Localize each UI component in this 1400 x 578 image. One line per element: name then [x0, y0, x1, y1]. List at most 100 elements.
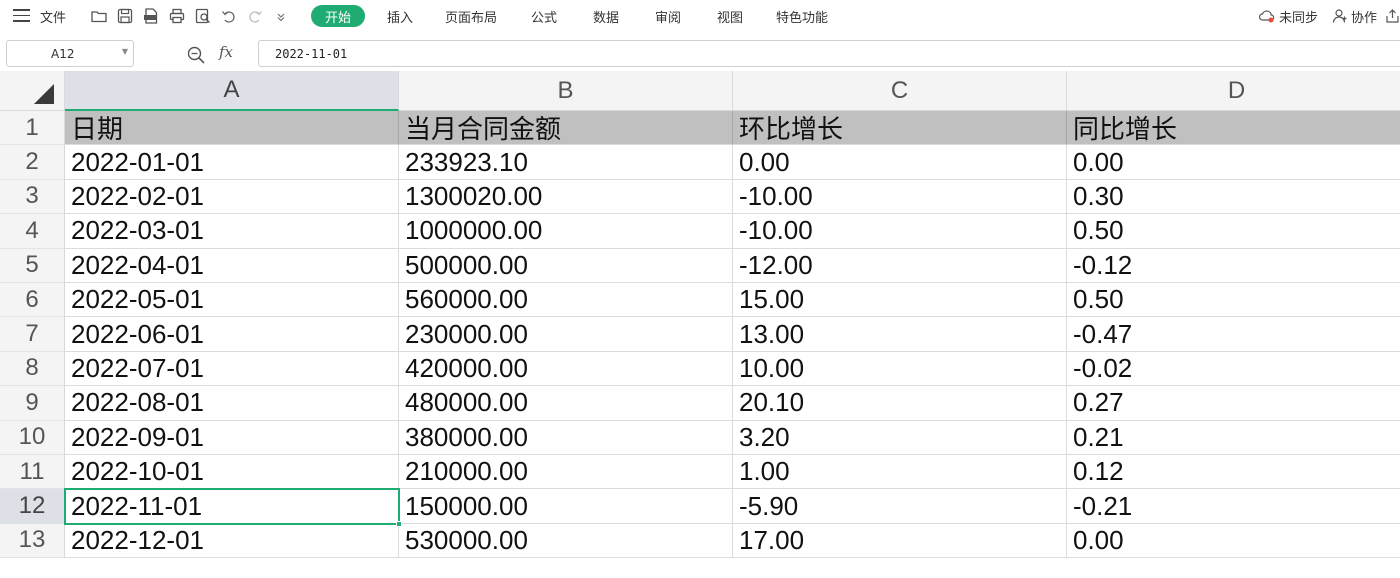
cell-b11[interactable]: 210000.00 — [399, 455, 733, 490]
cell-c9[interactable]: 20.10 — [733, 386, 1067, 421]
cell-a3[interactable]: 2022-02-01 — [65, 179, 399, 215]
cell-a6[interactable]: 2022-05-01 — [65, 283, 399, 318]
redo-icon[interactable] — [246, 7, 264, 25]
column-header-b[interactable]: B — [399, 71, 733, 111]
cell-d1[interactable]: 同比增长 — [1067, 111, 1400, 146]
cell-c1[interactable]: 环比增长 — [733, 111, 1067, 146]
tab-formulas[interactable]: 公式 — [531, 0, 557, 33]
cell-c3[interactable]: -10.00 — [733, 179, 1067, 215]
chevron-down-icon[interactable]: ▼ — [122, 47, 128, 56]
cell-c6[interactable]: 15.00 — [733, 283, 1067, 318]
share-icon[interactable] — [1384, 7, 1400, 25]
cell-c12[interactable]: -5.90 — [733, 489, 1067, 524]
row-header-6[interactable]: 6 — [0, 283, 65, 318]
cell-d13[interactable]: 0.00 — [1067, 524, 1400, 559]
cloud-sync-icon[interactable] — [1258, 7, 1276, 25]
row-header-10[interactable]: 10 — [0, 420, 65, 455]
column-header-a[interactable]: A — [65, 71, 399, 111]
cell-b13[interactable]: 530000.00 — [399, 523, 733, 559]
print-icon[interactable] — [168, 7, 186, 25]
name-box[interactable]: A12 ▼ — [6, 40, 134, 67]
row-header-2[interactable]: 2 — [0, 145, 65, 180]
cell-d10[interactable]: 0.21 — [1067, 421, 1400, 455]
cell-b6[interactable]: 560000.00 — [399, 283, 733, 318]
cell-a11[interactable]: 2022-10-01 — [65, 455, 399, 490]
cell-a9[interactable]: 2022-08-01 — [65, 386, 399, 421]
hamburger-menu-icon[interactable] — [13, 9, 30, 23]
open-folder-icon[interactable] — [90, 7, 108, 25]
cell-c2[interactable]: 0.00 — [733, 145, 1067, 180]
row-header-11[interactable]: 11 — [0, 455, 65, 490]
fill-handle[interactable] — [396, 520, 402, 527]
cell-a13[interactable]: 2022-12-01 — [65, 523, 399, 559]
tab-data[interactable]: 数据 — [593, 0, 619, 33]
menu-bar: 文件 开始 插入 页面布局 公式 数据 审阅 视图 特色功能 未同步 协作 — [0, 0, 1400, 33]
row-header-4[interactable]: 4 — [0, 214, 65, 249]
tab-review[interactable]: 审阅 — [655, 0, 681, 33]
cell-c5[interactable]: -12.00 — [733, 248, 1067, 283]
cell-c11[interactable]: 1.00 — [733, 455, 1067, 490]
cell-c13[interactable]: 17.00 — [733, 523, 1067, 559]
print-preview-icon[interactable] — [194, 7, 212, 25]
save-icon[interactable] — [116, 7, 134, 25]
sync-status-label[interactable]: 未同步 — [1279, 0, 1318, 33]
cell-b12[interactable]: 150000.00 — [399, 489, 733, 524]
tab-insert[interactable]: 插入 — [387, 0, 413, 33]
cell-b1[interactable]: 当月合同金额 — [399, 111, 733, 146]
pdf-export-icon[interactable] — [142, 7, 160, 25]
cell-c8[interactable]: 10.00 — [733, 351, 1067, 387]
formula-input[interactable]: 2022-11-01 — [258, 40, 1400, 67]
undo-icon[interactable] — [220, 7, 238, 25]
zoom-icon[interactable] — [186, 45, 206, 65]
tab-view[interactable]: 视图 — [717, 0, 743, 33]
tab-home[interactable]: 开始 — [311, 5, 365, 27]
function-icon[interactable]: fx — [219, 43, 233, 61]
cell-c10[interactable]: 3.20 — [733, 420, 1067, 455]
customize-dropdown-icon[interactable] — [272, 7, 290, 25]
cell-a4[interactable]: 2022-03-01 — [65, 214, 399, 249]
row-header-12[interactable]: 12 — [0, 489, 65, 524]
cell-a10[interactable]: 2022-09-01 — [65, 420, 399, 455]
cell-d12[interactable]: -0.21 — [1067, 489, 1400, 524]
cell-d11[interactable]: 0.12 — [1067, 455, 1400, 490]
cell-a1[interactable]: 日期 — [65, 111, 399, 146]
row-header-5[interactable]: 5 — [0, 248, 65, 283]
cell-c7[interactable]: 13.00 — [733, 317, 1067, 352]
cell-b7[interactable]: 230000.00 — [399, 317, 733, 352]
row-header-3[interactable]: 3 — [0, 179, 65, 215]
row-header-7[interactable]: 7 — [0, 317, 65, 352]
cell-a2[interactable]: 2022-01-01 — [65, 145, 399, 180]
cell-a5[interactable]: 2022-04-01 — [65, 248, 399, 283]
cell-b8[interactable]: 420000.00 — [399, 351, 733, 387]
cell-d2[interactable]: 0.00 — [1067, 145, 1400, 180]
tab-page-layout[interactable]: 页面布局 — [445, 0, 497, 33]
cell-d9[interactable]: 0.27 — [1067, 386, 1400, 421]
cell-b2[interactable]: 233923.10 — [399, 145, 733, 180]
cell-d5[interactable]: -0.12 — [1067, 249, 1400, 283]
cell-d6[interactable]: 0.50 — [1067, 283, 1400, 318]
tab-special-features[interactable]: 特色功能 — [776, 0, 828, 33]
row-header-9[interactable]: 9 — [0, 386, 65, 421]
cell-d8[interactable]: -0.02 — [1067, 352, 1400, 387]
cell-a8[interactable]: 2022-07-01 — [65, 351, 399, 387]
cell-b4[interactable]: 1000000.00 — [399, 214, 733, 249]
cell-a7[interactable]: 2022-06-01 — [65, 317, 399, 352]
row-header-13[interactable]: 13 — [0, 523, 65, 559]
collaborate-label[interactable]: 协作 — [1351, 0, 1377, 33]
file-menu[interactable]: 文件 — [40, 0, 66, 33]
column-header-d[interactable]: D — [1067, 71, 1400, 111]
cell-d4[interactable]: 0.50 — [1067, 214, 1400, 249]
row-header-8[interactable]: 8 — [0, 351, 65, 387]
cell-d3[interactable]: 0.30 — [1067, 180, 1400, 215]
cell-d7[interactable]: -0.47 — [1067, 317, 1400, 352]
column-header-c[interactable]: C — [733, 71, 1067, 111]
cell-c4[interactable]: -10.00 — [733, 214, 1067, 249]
row-header-1[interactable]: 1 — [0, 111, 65, 146]
cell-b5[interactable]: 500000.00 — [399, 248, 733, 283]
cell-b9[interactable]: 480000.00 — [399, 386, 733, 421]
cell-b3[interactable]: 1300020.00 — [399, 179, 733, 215]
select-all-corner[interactable] — [0, 71, 65, 111]
collaborate-icon[interactable] — [1331, 7, 1349, 25]
cell-b10[interactable]: 380000.00 — [399, 420, 733, 455]
cell-a12[interactable]: 2022-11-01 — [65, 489, 399, 524]
